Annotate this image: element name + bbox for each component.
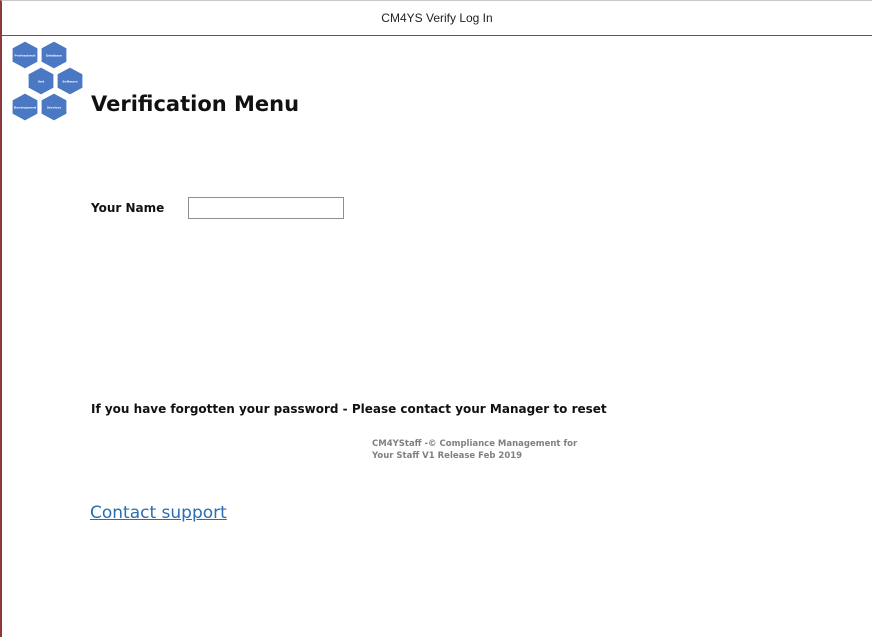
page-title: Verification Menu xyxy=(91,92,300,116)
copyright-notice: CM4YStaff -© Compliance Management for Y… xyxy=(372,438,612,462)
copyright-line: Your Staff V1 Release Feb 2019 xyxy=(372,451,523,461)
logo-text: Software xyxy=(62,80,77,84)
logo-text: Professional xyxy=(15,54,36,58)
window-title: CM4YS Verify Log In xyxy=(381,11,493,25)
copyright-line: CM4YStaff -© Compliance Management for xyxy=(372,439,578,449)
forgot-password-message: If you have forgotten your password - Pl… xyxy=(91,402,607,416)
logo-text: Database xyxy=(46,54,62,58)
logo-text: Services xyxy=(47,106,61,110)
company-logo: Professional Database And Software Devel… xyxy=(11,41,84,121)
name-label: Your Name xyxy=(91,201,165,215)
logo-text: And xyxy=(38,80,45,84)
title-bar: CM4YS Verify Log In xyxy=(2,1,872,36)
logo-text: Development xyxy=(14,106,37,110)
name-input[interactable] xyxy=(188,197,344,219)
app-window: CM4YS Verify Log In Professional Databas… xyxy=(0,0,872,637)
contact-support-link[interactable]: Contact support xyxy=(90,503,227,523)
